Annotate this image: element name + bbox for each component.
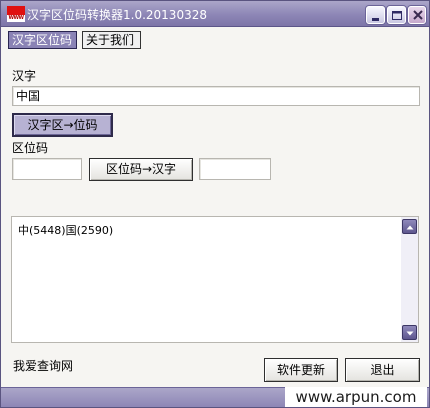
result-text: 中(5448)国(2590) <box>18 224 114 237</box>
app-flag-icon: WWW <box>7 6 25 22</box>
quweima-input[interactable] <box>12 158 82 180</box>
hanzi-input[interactable]: 中国 <box>12 86 420 106</box>
scroll-up-button[interactable] <box>402 219 417 234</box>
window-title: 汉字区位码转换器1.0.20130328 <box>27 8 207 22</box>
title-bar[interactable]: WWW 汉字区位码转换器1.0.20130328 <box>1 1 429 27</box>
site-name-text: 我爱查询网 <box>13 359 74 373</box>
scroll-down-icon <box>406 331 414 336</box>
software-update-button[interactable]: 软件更新 <box>264 358 338 382</box>
hanzi-output-field[interactable] <box>199 158 271 180</box>
minimize-button[interactable] <box>366 6 385 24</box>
result-scrollbar[interactable] <box>401 217 418 342</box>
hanzi-to-quweima-button[interactable]: 汉字区→位码 <box>12 113 113 137</box>
scroll-down-button[interactable] <box>402 325 417 340</box>
exit-button[interactable]: 退出 <box>345 358 420 382</box>
app-window: WWW 汉字区位码转换器1.0.20130328 汉字区位码 关于我们 汉字 中… <box>0 0 430 408</box>
tab-about-us[interactable]: 关于我们 <box>82 31 141 49</box>
quweima-to-hanzi-button[interactable]: 区位码→汉字 <box>89 158 193 181</box>
close-button[interactable] <box>408 6 426 24</box>
quweima-label: 区位码 <box>12 141 49 155</box>
maximize-button[interactable] <box>387 6 406 24</box>
scroll-up-icon <box>406 225 414 230</box>
watermark-text: www.arpun.com <box>285 387 427 407</box>
hanzi-label: 汉字 <box>12 69 37 83</box>
tab-hanzi-quweima[interactable]: 汉字区位码 <box>8 31 77 49</box>
result-textarea[interactable]: 中(5448)国(2590) <box>11 216 419 343</box>
maximize-icon <box>392 11 402 20</box>
minimize-icon <box>372 18 379 21</box>
close-icon <box>413 10 423 20</box>
